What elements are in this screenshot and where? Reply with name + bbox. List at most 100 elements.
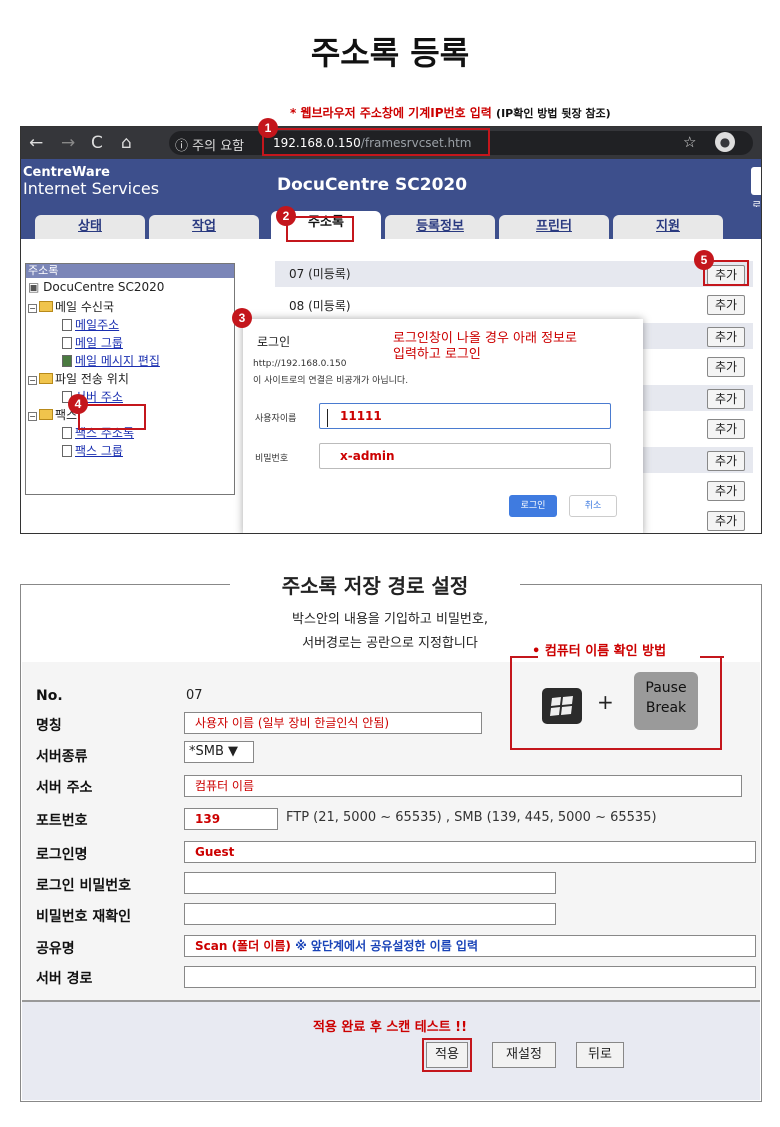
collapse-icon: − (28, 412, 37, 421)
dialog-url: http://192.168.0.150 (253, 359, 347, 369)
cancel-button[interactable]: 취소 (569, 495, 617, 517)
username-label: 사용자이름 (255, 414, 297, 424)
tab-status[interactable]: 상태 (35, 215, 145, 239)
server-address-field[interactable]: 컴퓨터 이름 (184, 775, 742, 797)
tree-mail-message[interactable]: 메일 메시지 편집 (62, 352, 160, 369)
account-icon[interactable]: ● (715, 132, 735, 152)
dialog-warning: 이 사이트로의 연결은 비공개가 아닙니다. (253, 376, 409, 386)
add-button[interactable]: 추가 (707, 389, 745, 409)
list-item[interactable]: 08 (미등록) (275, 293, 753, 319)
add-button[interactable]: 추가 (707, 327, 745, 347)
home-icon[interactable]: ⌂ (121, 133, 132, 153)
windows-logo-icon (550, 696, 573, 716)
tree-mail-folder[interactable]: − 메일 수신국 (28, 298, 114, 315)
dialog-title: 로그인 (257, 335, 291, 349)
tab-job[interactable]: 작업 (149, 215, 259, 239)
section-subtitle-1: 박스안의 내용을 기입하고 비밀번호, (292, 612, 488, 627)
tree-mail-address[interactable]: 메일주소 (62, 316, 119, 333)
tree-mail-group[interactable]: 메일 그룹 (62, 334, 123, 351)
label-name: 명칭 (36, 718, 62, 734)
bookmark-star-icon[interactable]: ☆ (683, 133, 696, 151)
tree-transfer-folder-label: 파일 전송 위치 (55, 372, 129, 386)
brand-line1: CentreWare (23, 165, 110, 180)
dialog-note: 로그인창이 나올 경우 아래 정보로 입력하고 로그인 (393, 331, 577, 363)
pause-key-line1: Pause (645, 680, 687, 696)
username-field[interactable]: 11111 (319, 403, 611, 429)
add-button[interactable]: 추가 (707, 295, 745, 315)
step-badge-5: 5 (694, 250, 714, 270)
tree-fax-group[interactable]: 팩스 그룹 (62, 442, 123, 459)
add-button[interactable]: 추가 (707, 481, 745, 501)
security-label: 주의 요함 (192, 139, 245, 154)
label-login-name: 로그인명 (36, 847, 88, 863)
add-button[interactable]: 추가 (707, 357, 745, 377)
windows-key-icon (542, 688, 582, 724)
ip-note-text: * 웹브라우저 주소창에 기계IP번호 입력 (290, 106, 492, 120)
add-button[interactable]: 추가 (707, 511, 745, 531)
label-no: No. (36, 688, 63, 704)
login-button[interactable]: 로그인 (509, 495, 557, 517)
step-badge-2: 2 (276, 206, 296, 226)
name-field[interactable]: 사용자 이름 (일부 장비 한글인식 안됨) (184, 712, 482, 734)
reload-icon[interactable]: C (91, 133, 103, 153)
login-name-field[interactable]: Guest (184, 841, 756, 863)
add-button[interactable]: 추가 (707, 451, 745, 471)
tree-transfer-folder[interactable]: − 파일 전송 위치 (28, 370, 129, 387)
edge-button[interactable] (751, 167, 761, 195)
list-item[interactable]: 07 (미등록) (275, 261, 753, 287)
document-icon (62, 337, 72, 349)
tab-highlight-box (286, 216, 354, 242)
server-path-field[interactable] (184, 966, 756, 988)
tab-printer[interactable]: 프린터 (499, 215, 609, 239)
collapse-icon: − (28, 376, 37, 385)
document-icon (62, 445, 72, 457)
back-arrow-icon[interactable]: ← (29, 133, 43, 153)
plus-sign: + (597, 690, 614, 714)
tree-root[interactable]: ▣ DocuCentre SC2020 (28, 280, 164, 294)
label-password-confirm: 비밀번호 재확인 (36, 909, 132, 925)
tree-root-label: DocuCentre SC2020 (43, 280, 165, 294)
port-hint: FTP (21, 5000 ~ 65535) , SMB (139, 445, … (286, 810, 657, 825)
section-title: 주소록 저장 경로 설정 (230, 570, 520, 599)
dialog-note-line1: 로그인창이 나올 경우 아래 정보로 (393, 331, 577, 346)
tree-mail-message-link[interactable]: 메일 메시지 편집 (75, 354, 160, 368)
share-name-field[interactable]: Scan (폴더 이름) ※ 앞단계에서 공유설정한 이름 입력 (184, 935, 756, 957)
apply-highlight-box (422, 1038, 472, 1072)
back-button[interactable]: 뒤로 (576, 1042, 624, 1068)
step-badge-3: 3 (232, 308, 252, 328)
footer-note: 적용 완료 후 스캔 테스트 !! (312, 1020, 468, 1035)
folder-icon (39, 301, 53, 312)
add-button[interactable]: 추가 (707, 419, 745, 439)
port-field[interactable]: 139 (184, 808, 278, 830)
tab-support[interactable]: 지원 (613, 215, 723, 239)
login-password-field[interactable] (184, 872, 556, 894)
pause-key-line2: Break (645, 700, 687, 716)
document-icon (62, 427, 72, 439)
product-name: DocuCentre SC2020 (277, 175, 468, 195)
password-confirm-field[interactable] (184, 903, 556, 925)
password-label: 비밀번호 (255, 454, 289, 464)
collapse-icon: − (28, 304, 37, 313)
security-indicator[interactable]: ⓘ 주의 요함 (175, 135, 244, 154)
brand-line2: Internet Services (23, 179, 160, 198)
tree-mail-group-link[interactable]: 메일 그룹 (75, 336, 123, 350)
server-type-select[interactable]: *SMB ▼ (184, 741, 254, 763)
label-server-path: 서버 경로 (36, 971, 93, 987)
reset-button[interactable]: 재설정 (492, 1042, 556, 1068)
url-highlight-box (262, 128, 490, 156)
pause-break-key: Pause Break (634, 672, 698, 730)
login-dialog: 로그인 로그인창이 나올 경우 아래 정보로 입력하고 로그인 http://19… (243, 319, 643, 533)
password-field[interactable]: x-admin (319, 443, 611, 469)
document-icon (62, 319, 72, 331)
tree-fax-group-link[interactable]: 팩스 그룹 (75, 444, 123, 458)
value-no: 07 (186, 688, 203, 703)
forward-arrow-icon[interactable]: → (61, 133, 75, 153)
form-footer (22, 1000, 760, 1100)
tab-properties[interactable]: 등록정보 (385, 215, 495, 239)
message-icon (62, 355, 72, 367)
tree-mail-address-link[interactable]: 메일주소 (75, 318, 119, 332)
address-tree: 주소록 ▣ DocuCentre SC2020 − 메일 수신국 메일주소 메일 … (25, 263, 235, 495)
folder-icon (39, 373, 53, 384)
ip-note: * 웹브라우저 주소창에 기계IP번호 입력 (IP확인 방법 뒷장 참조) (290, 104, 611, 121)
label-server-address: 서버 주소 (36, 780, 93, 796)
